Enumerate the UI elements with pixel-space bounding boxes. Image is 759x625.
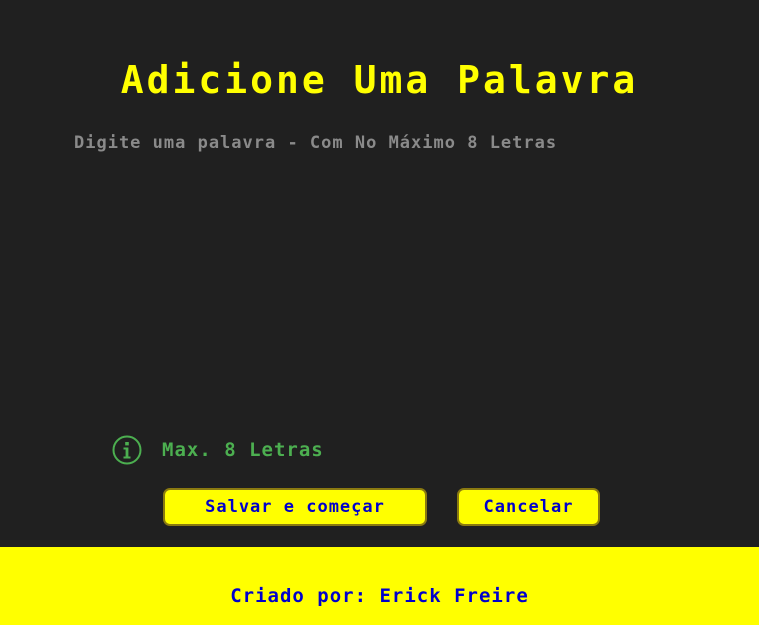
footer-credit: Criado por: Erick Freire	[230, 585, 529, 607]
footer: Criado por: Erick Freire	[0, 547, 759, 625]
info-text: Max. 8 Letras	[162, 439, 324, 461]
save-and-start-button[interactable]: Salvar e começar	[163, 488, 427, 526]
cancel-button[interactable]: Cancelar	[457, 488, 600, 526]
info-row: Max. 8 Letras	[112, 434, 324, 466]
page-title: Adicione Uma Palavra	[120, 58, 639, 102]
info-circle-icon	[112, 435, 142, 465]
word-input[interactable]	[66, 124, 666, 414]
